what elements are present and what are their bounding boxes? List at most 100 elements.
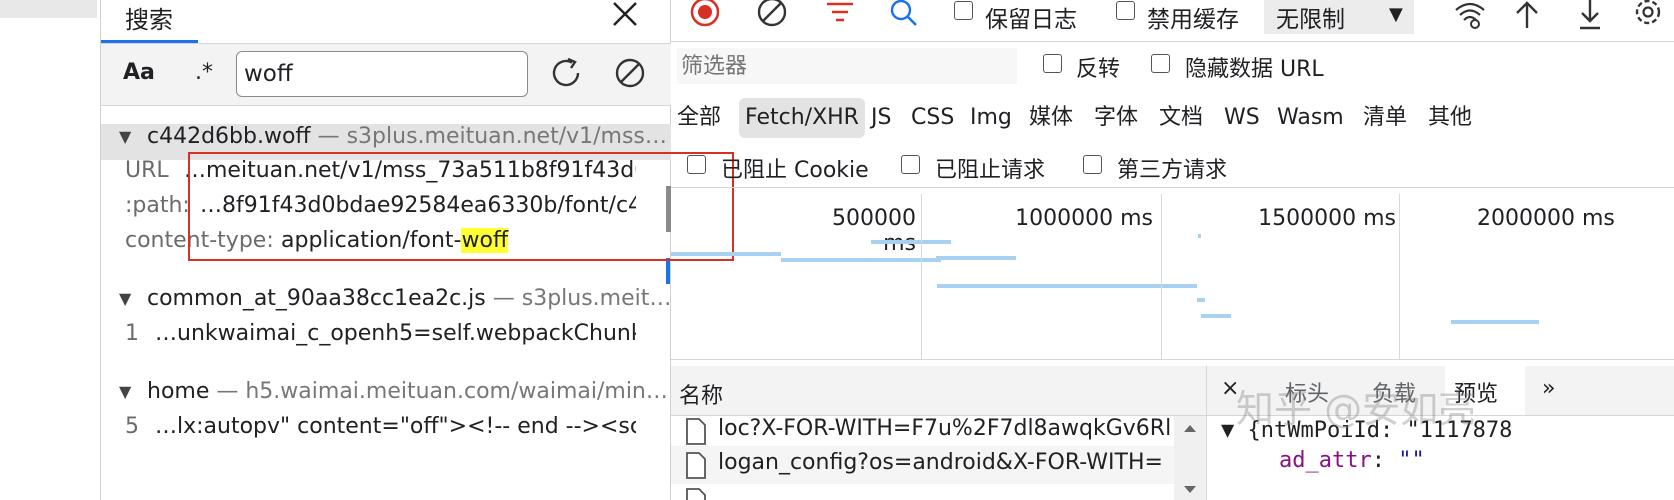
record-button[interactable]	[688, 0, 722, 30]
export-har-button[interactable]	[1573, 0, 1607, 30]
expand-triangle-icon[interactable]: ▼	[119, 289, 131, 308]
blocked-requests-checkbox[interactable]	[901, 155, 920, 174]
request-row[interactable]: logan_config?os=android&X-FOR-WITH=	[671, 446, 1191, 484]
result-source: — h5.waimai.meituan.com/waimai/min…	[216, 379, 668, 404]
match-case-toggle[interactable]: Aa	[123, 60, 155, 85]
filter-input[interactable]	[677, 48, 1017, 84]
type-filter-wasm[interactable]: Wasm	[1271, 98, 1350, 138]
timeline-bar	[936, 256, 1016, 260]
tab-headers[interactable]: 标头	[1285, 376, 1329, 408]
search-tabbar: 搜索	[101, 0, 671, 44]
result-value-prefix: application/font-	[281, 228, 462, 253]
json-property: ad_attr: ""	[1279, 448, 1425, 473]
more-tabs-button[interactable]: »	[1542, 376, 1555, 401]
json-key: ad_attr	[1279, 448, 1372, 473]
throttling-select[interactable]: 无限制 ▼	[1264, 0, 1414, 34]
throttling-value: 无限制	[1276, 7, 1345, 33]
request-row[interactable]: loc?X-FOR-WITH=F7u%2F7dl8awqkGv6Rl	[671, 412, 1191, 450]
timeline-overview[interactable]: 500000 ms 1000000 ms 1500000 ms 2000000 …	[671, 194, 1674, 360]
request-list-scrollbar[interactable]	[1174, 416, 1206, 500]
left-gutter	[0, 0, 101, 500]
search-result-line[interactable]: URL …meituan.net/v1/mss_73a511b8f91f43d0…	[101, 158, 636, 192]
blocked-cookies-checkbox[interactable]	[687, 155, 706, 174]
regex-toggle[interactable]: .*	[195, 60, 213, 85]
search-result-header[interactable]: ▼ common_at_90aa38cc1ea2c.js — s3plus.me…	[101, 286, 671, 322]
search-result-line[interactable]: :path: …8f91f43d0bdae92584ea6330b/font/c…	[101, 193, 636, 227]
third-party-label: 第三方请求	[1117, 158, 1228, 183]
close-search-button[interactable]	[604, 0, 644, 30]
result-file-name: home	[147, 379, 210, 404]
result-line-value: …unkwaimai_c_openh5=self.webpackChunk…	[155, 321, 636, 346]
json-root-line[interactable]: ▼ {ntWmPoiId: "1117878	[1221, 418, 1512, 443]
timeline-gridline	[1399, 194, 1400, 360]
type-filter-img[interactable]: Img	[964, 98, 1018, 138]
download-icon	[1580, 0, 1600, 30]
timeline-tick-label: 500000 ms	[832, 206, 916, 256]
search-input[interactable]	[236, 51, 528, 97]
type-filter-ws[interactable]: WS	[1218, 98, 1266, 138]
type-filter-all[interactable]: 全部	[671, 98, 727, 138]
close-detail-button[interactable]: ×	[1221, 376, 1239, 401]
result-source: — s3plus.meituan.net/v1/mss…	[317, 124, 667, 149]
network-conditions-button[interactable]	[1453, 0, 1487, 30]
blocked-cookies-label: 已阻止 Cookie	[721, 158, 869, 183]
clear-search-button[interactable]	[610, 53, 650, 93]
filter-toggle-button[interactable]	[823, 0, 857, 30]
match-highlight: woff	[461, 228, 509, 253]
result-line-value: …8f91f43d0bdae92584ea6330b/font/c4…	[200, 193, 636, 218]
result-line-number: 5	[125, 414, 139, 439]
tab-payload[interactable]: 负载	[1372, 376, 1416, 408]
network-settings-button[interactable]	[1631, 0, 1665, 30]
refresh-search-button[interactable]	[546, 53, 586, 93]
request-row[interactable]	[671, 482, 1191, 500]
timeline-bar	[1201, 314, 1231, 318]
result-line-value: …lx:autopv" content="off"><!-- end --><s…	[155, 414, 636, 439]
invert-label: 反转	[1076, 57, 1121, 82]
record-icon	[690, 0, 720, 27]
third-party-checkbox[interactable]	[1083, 155, 1102, 174]
tab-search[interactable]: 搜索	[101, 0, 198, 43]
type-filter-js[interactable]: JS	[865, 98, 897, 138]
preserve-log-checkbox[interactable]	[954, 1, 973, 20]
requests-name-header[interactable]: 名称	[671, 366, 1206, 416]
type-filter-css[interactable]: CSS	[905, 98, 960, 138]
type-filter-doc[interactable]: 文档	[1153, 98, 1209, 138]
hide-data-url-checkbox[interactable]	[1151, 54, 1170, 73]
network-panel: 保留日志 禁用缓存 无限制 ▼ 筛选器 反转 隐藏数据 URL 全部 Fetch…	[671, 0, 1674, 500]
type-filter-other[interactable]: 其他	[1422, 98, 1478, 138]
invert-checkbox[interactable]	[1043, 54, 1062, 73]
timeline-bar	[871, 240, 951, 244]
type-filter-font[interactable]: 字体	[1088, 98, 1144, 138]
result-line-number: 1	[125, 321, 139, 346]
preserve-log-label: 保留日志	[985, 7, 1077, 33]
search-result-header[interactable]: ▼ c442d6bb.woff — s3plus.meituan.net/v1/…	[101, 124, 671, 160]
result-line-value: …meituan.net/v1/mss_73a511b8f91f43d0…	[184, 158, 636, 183]
disable-cache-label: 禁用缓存	[1147, 7, 1239, 33]
timeline-bar	[671, 252, 781, 256]
search-result-header[interactable]: ▼ home — h5.waimai.meituan.com/waimai/mi…	[101, 379, 671, 415]
request-detail-panel: × 标头 负载 预览 » ▼ {ntWmPoiId: "1117878 ad_a…	[1206, 366, 1674, 500]
search-result-line[interactable]: 5 …lx:autopv" content="off"><!-- end -->…	[101, 414, 636, 448]
clear-icon	[757, 0, 787, 27]
tab-preview[interactable]: 预览	[1454, 376, 1498, 408]
import-har-button[interactable]	[1510, 0, 1544, 30]
expand-triangle-icon[interactable]: ▼	[119, 127, 131, 146]
json-expand-icon[interactable]: ▼	[1221, 418, 1248, 443]
type-filter-manifest[interactable]: 清单	[1357, 98, 1413, 138]
search-result-line[interactable]: content-type: application/font-woff	[101, 228, 636, 262]
timeline-gridline	[1161, 194, 1162, 360]
search-network-button[interactable]	[887, 0, 921, 30]
close-icon	[613, 2, 637, 26]
wifi-settings-icon	[1455, 2, 1485, 29]
search-panel: 搜索 Aa .* ▼ c442d6bb.woff —	[101, 0, 734, 500]
document-icon	[686, 452, 706, 479]
expand-triangle-icon[interactable]: ▼	[119, 382, 131, 401]
search-result-line[interactable]: 1 …unkwaimai_c_openh5=self.webpackChunk…	[101, 321, 636, 355]
type-filter-media[interactable]: 媒体	[1023, 98, 1079, 138]
timeline-gridline	[921, 194, 922, 360]
clear-log-button[interactable]	[755, 0, 789, 30]
result-file-name: common_at_90aa38cc1ea2c.js	[147, 286, 486, 311]
disable-cache-checkbox[interactable]	[1116, 1, 1135, 20]
type-filter-fetch-xhr[interactable]: Fetch/XHR	[739, 98, 865, 138]
result-source: — s3plus.meit…	[492, 286, 671, 311]
